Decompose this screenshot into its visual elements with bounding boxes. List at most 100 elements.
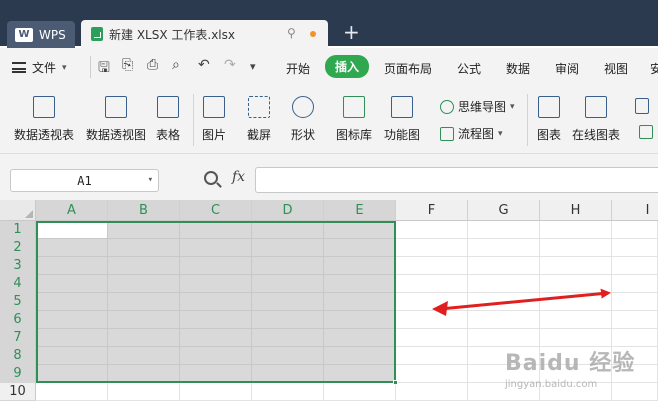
cell-f9[interactable] — [396, 365, 468, 383]
column-header-i[interactable]: I — [612, 200, 658, 221]
function-chart-button[interactable]: 功能图 — [384, 86, 420, 143]
cell-e9[interactable] — [324, 365, 396, 383]
column-header-b[interactable]: B — [108, 200, 180, 221]
menu-insert[interactable]: 插入 — [325, 55, 370, 78]
cell-e4[interactable] — [324, 275, 396, 293]
menu-review[interactable]: 审阅 — [555, 60, 579, 77]
row-header-9[interactable]: 9 — [0, 365, 36, 383]
cell-f2[interactable] — [396, 239, 468, 257]
row-header-2[interactable]: 2 — [0, 239, 36, 257]
chevron-down-icon[interactable]: ▾ — [148, 175, 153, 185]
menu-security[interactable]: 安 — [650, 60, 658, 77]
wps-home-tab[interactable]: W WPS — [7, 21, 75, 48]
export-pdf-icon[interactable]: ⎘ — [122, 57, 133, 73]
cell-g5[interactable] — [468, 293, 540, 311]
chart-button[interactable]: 图表 — [537, 86, 561, 143]
cell-h3[interactable] — [540, 257, 612, 275]
cell-d8[interactable] — [252, 347, 324, 365]
formula-input[interactable] — [255, 167, 658, 193]
cell-e5[interactable] — [324, 293, 396, 311]
cell-b6[interactable] — [108, 311, 180, 329]
print-icon[interactable]: ⎙ — [147, 57, 158, 73]
cell-d10[interactable] — [252, 383, 324, 401]
cell-a6[interactable] — [36, 311, 108, 329]
cell-e8[interactable] — [324, 347, 396, 365]
cell-b9[interactable] — [108, 365, 180, 383]
menu-view[interactable]: 视图 — [604, 60, 628, 77]
column-header-a[interactable]: A — [36, 200, 108, 221]
cell-c10[interactable] — [180, 383, 252, 401]
cell-h4[interactable] — [540, 275, 612, 293]
menu-start[interactable]: 开始 — [286, 60, 310, 77]
document-tab[interactable]: 新建 XLSX 工作表.xlsx ⚲ — [81, 20, 328, 48]
cell-a8[interactable] — [36, 347, 108, 365]
cell-a7[interactable] — [36, 329, 108, 347]
picture-button[interactable]: 图片 — [202, 86, 226, 143]
cell-d5[interactable] — [252, 293, 324, 311]
cell-a10[interactable] — [36, 383, 108, 401]
cell-i1[interactable] — [612, 221, 658, 239]
cell-b7[interactable] — [108, 329, 180, 347]
column-header-c[interactable]: C — [180, 200, 252, 221]
cell-i4[interactable] — [612, 275, 658, 293]
cell-b2[interactable] — [108, 239, 180, 257]
cell-a3[interactable] — [36, 257, 108, 275]
cell-b5[interactable] — [108, 293, 180, 311]
cell-e2[interactable] — [324, 239, 396, 257]
online-chart-button[interactable]: 在线图表 — [572, 86, 620, 143]
cell-c2[interactable] — [180, 239, 252, 257]
cell-b3[interactable] — [108, 257, 180, 275]
zoom-search-icon[interactable] — [204, 171, 218, 185]
cell-g2[interactable] — [468, 239, 540, 257]
cell-i3[interactable] — [612, 257, 658, 275]
new-tab-plus-icon[interactable]: + — [343, 22, 360, 42]
cell-e7[interactable] — [324, 329, 396, 347]
pivot-chart-button[interactable]: 数据透视图 — [86, 86, 146, 143]
cell-c3[interactable] — [180, 257, 252, 275]
cell-f10[interactable] — [396, 383, 468, 401]
row-header-10[interactable]: 10 — [0, 383, 36, 401]
pivot-table-button[interactable]: 数据透视表 — [14, 86, 74, 143]
print-preview-icon[interactable]: ⌕ — [172, 57, 180, 73]
row-header-5[interactable]: 5 — [0, 293, 36, 311]
cell-h1[interactable] — [540, 221, 612, 239]
quick-access-more-icon[interactable]: ▾ — [250, 60, 256, 73]
cell-f5[interactable] — [396, 293, 468, 311]
shape-button[interactable]: 形状 — [291, 86, 315, 143]
cell-b8[interactable] — [108, 347, 180, 365]
cell-c7[interactable] — [180, 329, 252, 347]
cell-b1[interactable] — [108, 221, 180, 239]
column-header-f[interactable]: F — [396, 200, 468, 221]
cell-i5[interactable] — [612, 293, 658, 311]
cell-h6[interactable] — [540, 311, 612, 329]
column-header-d[interactable]: D — [252, 200, 324, 221]
cell-c8[interactable] — [180, 347, 252, 365]
cell-e10[interactable] — [324, 383, 396, 401]
table-button[interactable]: 表格 — [156, 86, 180, 143]
save-icon[interactable]: 🖫 — [98, 57, 110, 81]
cell-f7[interactable] — [396, 329, 468, 347]
more-chart-icon[interactable] — [635, 98, 649, 114]
cell-d9[interactable] — [252, 365, 324, 383]
cell-i2[interactable] — [612, 239, 658, 257]
menu-data[interactable]: 数据 — [506, 60, 530, 77]
cell-d7[interactable] — [252, 329, 324, 347]
cell-f4[interactable] — [396, 275, 468, 293]
file-menu-button[interactable]: 文件 ▾ — [12, 59, 67, 76]
cell-g6[interactable] — [468, 311, 540, 329]
cell-e1[interactable] — [324, 221, 396, 239]
redo-icon[interactable]: ↷ — [224, 57, 236, 73]
cell-f3[interactable] — [396, 257, 468, 275]
cell-c4[interactable] — [180, 275, 252, 293]
cell-c1[interactable] — [180, 221, 252, 239]
insert-function-icon[interactable]: fx — [232, 169, 245, 185]
cell-b4[interactable] — [108, 275, 180, 293]
cell-b10[interactable] — [108, 383, 180, 401]
cell-f8[interactable] — [396, 347, 468, 365]
mind-map-button[interactable]: 思维导图 ▾ — [440, 98, 515, 115]
cell-d6[interactable] — [252, 311, 324, 329]
cell-c6[interactable] — [180, 311, 252, 329]
row-header-6[interactable]: 6 — [0, 311, 36, 329]
cell-f1[interactable] — [396, 221, 468, 239]
cell-i6[interactable] — [612, 311, 658, 329]
